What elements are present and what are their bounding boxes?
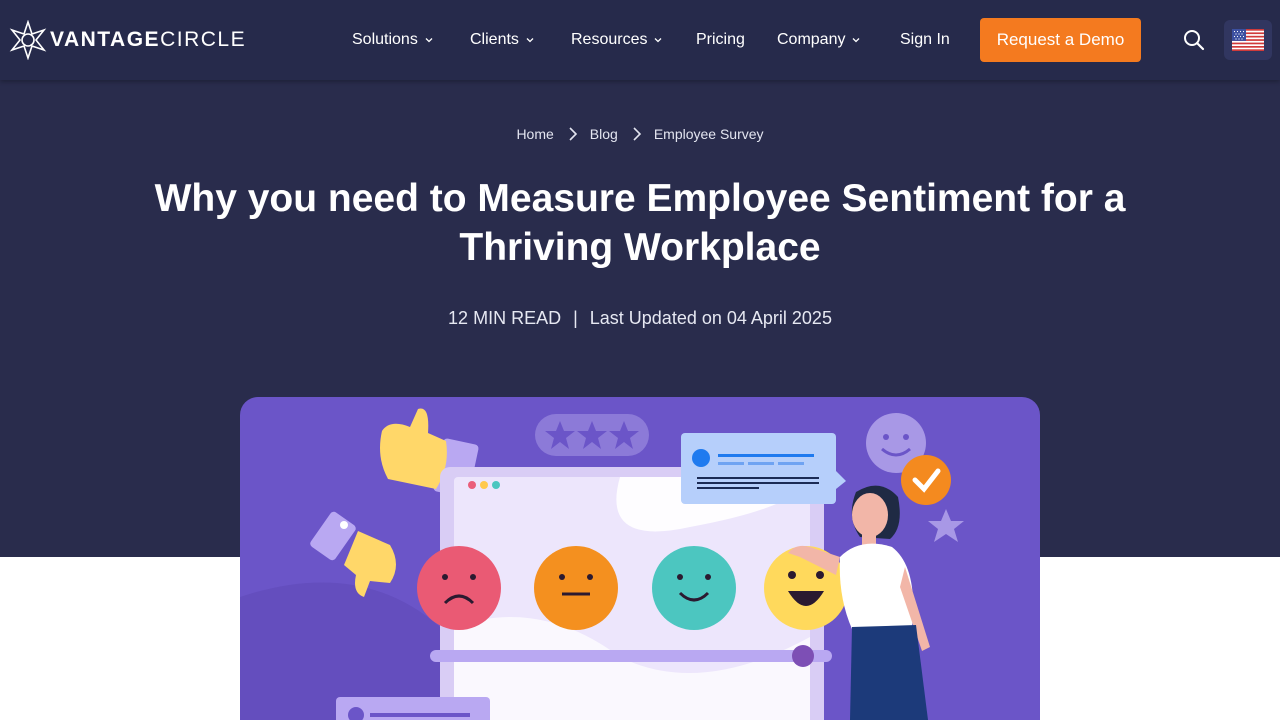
breadcrumb: Home Blog Employee Survey [0, 124, 1280, 144]
neutral-face-icon [534, 546, 618, 630]
sign-in-link[interactable]: Sign In [900, 28, 950, 52]
star-rating-icon [535, 414, 649, 456]
last-updated: Last Updated on 04 April 2025 [589, 308, 832, 328]
sign-in-label: Sign In [900, 31, 950, 48]
article-meta: 12 MIN READ | Last Updated on 04 April 2… [0, 308, 1280, 332]
read-time: 12 MIN READ [448, 308, 562, 328]
nav-solutions[interactable]: Solutions [352, 28, 433, 52]
breadcrumb-employee-survey[interactable]: Employee Survey [654, 126, 764, 142]
smile-face-icon [652, 546, 736, 630]
chevron-down-icon [526, 38, 534, 43]
star-logo-icon [9, 20, 47, 60]
meta-separator: | [573, 308, 578, 328]
checkmark-icon [901, 455, 951, 505]
logo-text-bold: VANTAGE [50, 28, 161, 51]
breadcrumb-blog[interactable]: Blog [590, 126, 618, 142]
employee-sentiment-illustration [240, 408, 964, 720]
sentiment-slider-track [430, 650, 832, 662]
nav-company[interactable]: Company [777, 28, 860, 52]
page-title: Why you need to Measure Employee Sentime… [154, 177, 1126, 269]
region-selector-button[interactable] [1224, 20, 1272, 60]
star-icon [928, 509, 964, 542]
nav-clients[interactable]: Clients [470, 28, 534, 52]
chat-bubble-icon [681, 433, 846, 504]
nav-pricing[interactable]: Pricing [696, 28, 745, 52]
chevron-down-icon [853, 38, 860, 43]
chevron-down-icon [655, 38, 662, 43]
logo-text-light: CIRCLE [160, 28, 247, 51]
nav-company-label: Company [777, 31, 846, 48]
chevron-right-icon [569, 127, 577, 141]
nav-resources[interactable]: Resources [571, 28, 662, 52]
nav-clients-label: Clients [470, 31, 519, 48]
chevron-down-icon [425, 38, 433, 43]
nav-resources-label: Resources [571, 31, 648, 48]
request-demo-button[interactable]: Request a Demo [980, 18, 1141, 62]
sad-face-icon [417, 546, 501, 630]
sentiment-slider-handle [792, 645, 814, 667]
search-icon[interactable] [1182, 28, 1206, 52]
vantage-circle-logo[interactable]: VANTAGE CIRCLE [8, 20, 246, 60]
us-flag-icon [1232, 29, 1264, 51]
chevron-right-icon [633, 127, 641, 141]
nav-solutions-label: Solutions [352, 31, 418, 48]
nav-pricing-label: Pricing [696, 31, 745, 48]
breadcrumb-home[interactable]: Home [516, 126, 553, 142]
top-navigation: VANTAGE CIRCLE Solutions Clients Resourc… [0, 0, 1280, 80]
featured-illustration [240, 397, 1040, 720]
